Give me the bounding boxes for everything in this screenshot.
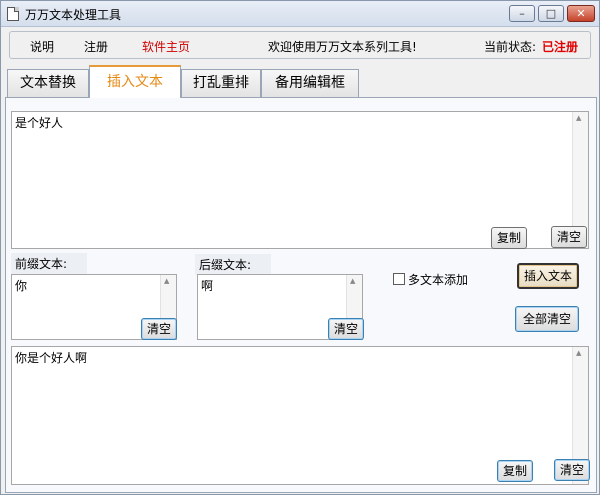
- app-window: 万万文本处理工具 – □ ✕ 说明 注册 软件主页 欢迎使用万万文本系列工具! …: [0, 0, 600, 495]
- result-text: 你是个好人啊: [15, 351, 88, 365]
- clear-result-button[interactable]: 清空: [554, 459, 590, 481]
- suffix-label: 后缀文本:: [195, 254, 271, 275]
- menu-help-link[interactable]: 说明: [30, 38, 54, 55]
- clear-suffix-button[interactable]: 清空: [328, 318, 364, 340]
- tab-text-replace[interactable]: 文本替换: [7, 69, 89, 97]
- copy-source-button[interactable]: 复制: [491, 227, 527, 249]
- multi-add-checkbox[interactable]: [393, 273, 405, 285]
- copy-result-button[interactable]: 复制: [497, 460, 533, 482]
- source-text: 是个好人: [15, 116, 64, 130]
- status-label: 当前状态:: [484, 40, 537, 54]
- document-icon: [7, 7, 19, 21]
- clear-prefix-button[interactable]: 清空: [141, 318, 177, 340]
- multi-add-label[interactable]: 多文本添加: [408, 271, 468, 288]
- tab-shuffle[interactable]: 打乱重排: [181, 69, 261, 97]
- suffix-text: 啊: [201, 279, 214, 293]
- menu-homepage-link[interactable]: 软件主页: [142, 38, 190, 55]
- minimize-button[interactable]: –: [509, 5, 535, 22]
- title-bar[interactable]: 万万文本处理工具 – □ ✕: [1, 1, 599, 27]
- tab-spare-editor[interactable]: 备用编辑框: [261, 69, 359, 97]
- menu-register-link[interactable]: 注册: [84, 38, 108, 55]
- welcome-text: 欢迎使用万万文本系列工具!: [268, 40, 417, 54]
- clear-all-button[interactable]: 全部清空: [515, 306, 579, 332]
- close-button[interactable]: ✕: [567, 5, 595, 22]
- window-title: 万万文本处理工具: [25, 8, 122, 22]
- menu-bar: 说明 注册 软件主页 欢迎使用万万文本系列工具! 当前状态: 已注册: [9, 31, 591, 59]
- tab-insert-text[interactable]: 插入文本: [89, 65, 181, 98]
- maximize-button[interactable]: □: [538, 5, 564, 22]
- clear-source-button[interactable]: 清空: [551, 226, 587, 248]
- status-value: 已注册: [542, 40, 579, 54]
- prefix-label: 前缀文本:: [11, 253, 87, 274]
- prefix-text: 你: [15, 279, 28, 293]
- insert-text-button[interactable]: 插入文本: [517, 263, 579, 289]
